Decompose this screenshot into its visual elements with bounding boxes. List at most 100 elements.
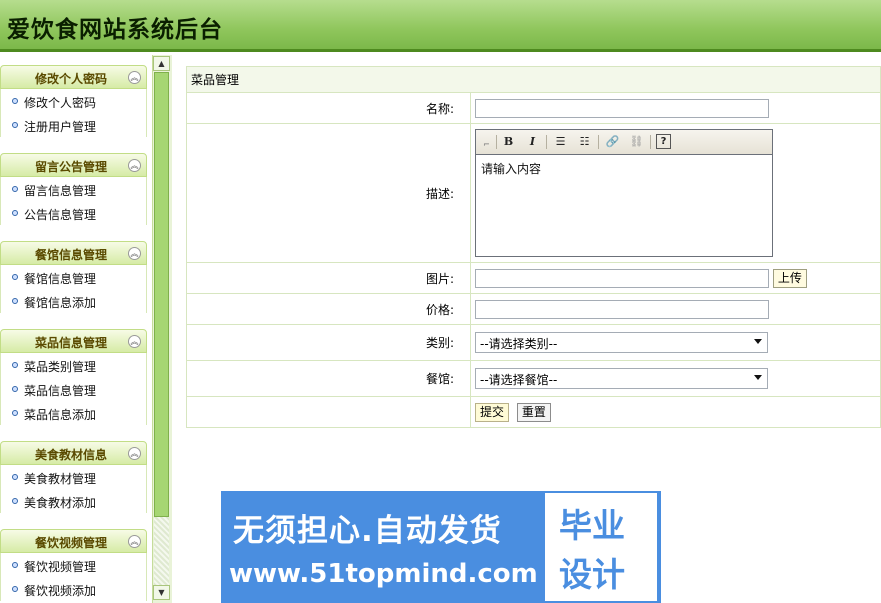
- sidebar-item-label[interactable]: 菜品类别管理: [24, 358, 96, 375]
- bullet-icon: [12, 362, 18, 368]
- sidebar-item-tutorial-add[interactable]: 美食教材添加: [1, 489, 146, 513]
- toolbar-separator: [496, 135, 497, 149]
- sidebar-item-label[interactable]: 修改个人密码: [24, 94, 96, 111]
- sidebar-item-label[interactable]: 菜品信息添加: [24, 406, 96, 423]
- watermark-url: www.51topmind.com: [229, 559, 538, 589]
- bold-icon[interactable]: B: [500, 134, 517, 150]
- watermark-side-line2: 设计: [559, 555, 625, 594]
- watermark-left: 无须担心.自动发货 www.51topmind.com: [221, 491, 544, 603]
- sidebar-item-message-manage[interactable]: 留言信息管理: [1, 177, 146, 201]
- sidebar-item-label[interactable]: 餐馆信息管理: [24, 270, 96, 287]
- menu-group-header[interactable]: 餐馆信息管理 ︽: [0, 241, 147, 265]
- editor-toolbar: ⌐ B I ☰ ☷ 🔗 ⛓ ?: [476, 130, 772, 155]
- chevron-down-icon: [754, 339, 762, 344]
- app-title: 爱饮食网站系统后台: [7, 16, 223, 43]
- bullet-icon: [12, 498, 18, 504]
- category-label: 类别:: [186, 324, 471, 361]
- menu-group-title: 留言公告管理: [34, 160, 107, 174]
- watermark-side-box: 毕业 设计: [545, 493, 657, 601]
- menu-group-password: 修改个人密码 ︽ 修改个人密码 注册用户管理: [0, 65, 147, 137]
- reset-button[interactable]: 重置: [516, 402, 551, 422]
- menu-group-header[interactable]: 留言公告管理 ︽: [0, 153, 147, 177]
- sidebar-item-label[interactable]: 美食教材添加: [24, 494, 96, 511]
- sidebar-item-video-add[interactable]: 餐饮视频添加: [1, 577, 146, 601]
- sidebar-item-dish-add[interactable]: 菜品信息添加: [1, 401, 146, 425]
- restaurant-select[interactable]: --请选择餐馆--: [475, 368, 768, 389]
- sidebar-item-label[interactable]: 注册用户管理: [24, 118, 96, 135]
- collapse-up-icon[interactable]: ︽: [128, 335, 141, 348]
- description-label: 描述:: [186, 123, 471, 263]
- menu-group-header[interactable]: 餐饮视频管理 ︽: [0, 529, 147, 553]
- scroll-down-arrow-icon[interactable]: ▼: [153, 585, 170, 600]
- restaurant-label: 餐馆:: [186, 360, 471, 397]
- sidebar-item-label[interactable]: 美食教材管理: [24, 470, 96, 487]
- menu-group-videos: 餐饮视频管理 ︽ 餐饮视频管理 餐饮视频添加: [0, 529, 147, 601]
- image-label: 图片:: [186, 262, 471, 294]
- collapse-up-icon[interactable]: ︽: [128, 247, 141, 260]
- menu-group-restaurant: 餐馆信息管理 ︽ 餐馆信息管理 餐馆信息添加: [0, 241, 147, 313]
- rich-text-editor[interactable]: ⌐ B I ☰ ☷ 🔗 ⛓ ? 请输入内容: [475, 129, 773, 257]
- upload-button[interactable]: 上传: [772, 268, 807, 288]
- sidebar-item-dish-manage[interactable]: 菜品信息管理: [1, 377, 146, 401]
- sidebar-item-label[interactable]: 留言信息管理: [24, 182, 96, 199]
- help-icon[interactable]: ?: [656, 134, 671, 149]
- sidebar-item-label[interactable]: 餐饮视频添加: [24, 582, 96, 599]
- menu-group-messages: 留言公告管理 ︽ 留言信息管理 公告信息管理: [0, 153, 147, 225]
- remove-link-icon[interactable]: ⛓: [628, 134, 645, 150]
- scroll-up-arrow-icon[interactable]: ▲: [153, 56, 170, 71]
- sidebar-item-change-password[interactable]: 修改个人密码: [1, 89, 146, 113]
- sidebar-item-video-manage[interactable]: 餐饮视频管理: [1, 553, 146, 577]
- sidebar-item-label[interactable]: 餐饮视频管理: [24, 558, 96, 575]
- toolbar-separator: [650, 135, 651, 149]
- collapse-up-icon[interactable]: ︽: [128, 159, 141, 172]
- menu-group-dishes: 菜品信息管理 ︽ 菜品类别管理 菜品信息管理 菜品信息添加: [0, 329, 147, 425]
- restaurant-selected-value: --请选择餐馆--: [480, 373, 558, 387]
- menu-group-tutorials: 美食教材信息 ︽ 美食教材管理 美食教材添加: [0, 441, 147, 513]
- watermark-banner: 无须担心.自动发货 www.51topmind.com 毕业 设计: [221, 491, 661, 603]
- price-label: 价格:: [186, 293, 471, 325]
- dish-form-table: 菜品管理 名称: 描述: ⌐ B I ☰ ☷ 🔗 ⛓ ? 请输入内容 图片: 上…: [186, 66, 881, 428]
- category-select[interactable]: --请选择类别--: [475, 332, 768, 353]
- submit-button[interactable]: 提交: [475, 402, 510, 422]
- sidebar-item-registered-users[interactable]: 注册用户管理: [1, 113, 146, 137]
- bullet-icon: [12, 122, 18, 128]
- scrollbar-thumb[interactable]: [154, 72, 169, 517]
- bullet-icon: [12, 410, 18, 416]
- editor-content[interactable]: 请输入内容: [476, 155, 772, 182]
- collapse-up-icon[interactable]: ︽: [128, 71, 141, 84]
- toolbar-separator: [546, 135, 547, 149]
- name-label: 名称:: [186, 92, 471, 124]
- collapse-up-icon[interactable]: ︽: [128, 535, 141, 548]
- collapse-up-icon[interactable]: ︽: [128, 447, 141, 460]
- sidebar-item-notice-manage[interactable]: 公告信息管理: [1, 201, 146, 225]
- price-input[interactable]: [475, 299, 769, 319]
- scrollbar-track[interactable]: [154, 517, 169, 585]
- sidebar-item-tutorial-manage[interactable]: 美食教材管理: [1, 465, 146, 489]
- bullet-icon: [12, 474, 18, 480]
- image-path-input[interactable]: [475, 268, 769, 288]
- sidebar-item-restaurant-add[interactable]: 餐馆信息添加: [1, 289, 146, 313]
- insert-link-icon[interactable]: 🔗: [604, 134, 621, 150]
- category-selected-value: --请选择类别--: [480, 337, 558, 351]
- header-bar: 爱饮食网站系统后台: [0, 0, 881, 52]
- sidebar-item-label[interactable]: 公告信息管理: [24, 206, 96, 223]
- actions-spacer: [186, 396, 471, 428]
- watermark-side-line1: 毕业: [559, 506, 625, 545]
- name-input[interactable]: [475, 98, 769, 118]
- menu-group-header[interactable]: 修改个人密码 ︽: [0, 65, 147, 89]
- bullet-icon: [12, 298, 18, 304]
- menu-group-title: 菜品信息管理: [34, 336, 107, 350]
- menu-group-header[interactable]: 美食教材信息 ︽: [0, 441, 147, 465]
- menu-group-title: 餐饮视频管理: [34, 536, 107, 550]
- ordered-list-icon[interactable]: ☰: [552, 134, 569, 150]
- sidebar-item-dish-category[interactable]: 菜品类别管理: [1, 353, 146, 377]
- italic-icon[interactable]: I: [524, 134, 541, 150]
- section-title: 菜品管理: [186, 66, 881, 93]
- sidebar-item-label[interactable]: 菜品信息管理: [24, 382, 96, 399]
- menu-group-title: 餐馆信息管理: [34, 248, 107, 262]
- sidebar-item-restaurant-manage[interactable]: 餐馆信息管理: [1, 265, 146, 289]
- bullet-icon: [12, 210, 18, 216]
- sidebar-item-label[interactable]: 餐馆信息添加: [24, 294, 96, 311]
- menu-group-header[interactable]: 菜品信息管理 ︽: [0, 329, 147, 353]
- unordered-list-icon[interactable]: ☷: [576, 134, 593, 150]
